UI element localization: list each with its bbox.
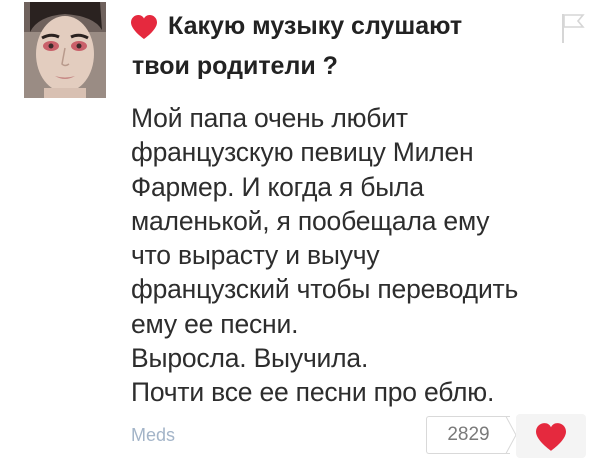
post-body-line: французскую певицу Милен xyxy=(131,137,474,168)
post-body: Мой папа очень любит французскую певицу … xyxy=(131,101,601,410)
like-count: 2829 xyxy=(426,416,510,454)
post-body-line: Почти все ее песни про еблю. xyxy=(131,377,495,408)
post-body-line: Фармер. И когда я была xyxy=(131,171,424,202)
post-title: Какую музыку слушают твои родители ? xyxy=(132,6,548,86)
author-link[interactable]: Meds xyxy=(131,425,175,446)
post-title-line1: Какую музыку слушают xyxy=(168,12,463,40)
post-body-line: Выросла. Выучила. xyxy=(131,343,369,374)
post-body-line: ему ее песни. xyxy=(131,308,299,339)
like-button[interactable] xyxy=(516,414,586,458)
heart-icon xyxy=(536,423,566,451)
flag-icon[interactable] xyxy=(560,12,586,44)
post-title-line2: твои родители ? xyxy=(132,52,338,80)
post-body-line: что вырасту и выучу xyxy=(131,240,380,271)
post-card: Какую музыку слушают твои родители ? Мой… xyxy=(0,0,604,465)
avatar[interactable] xyxy=(24,2,106,98)
post-body-line: французский чтобы переводить xyxy=(131,274,519,305)
heart-icon xyxy=(131,15,157,39)
post-body-line: Мой папа очень любит xyxy=(131,103,408,133)
post-body-line: маленькой, я пообещала ему xyxy=(131,205,490,236)
